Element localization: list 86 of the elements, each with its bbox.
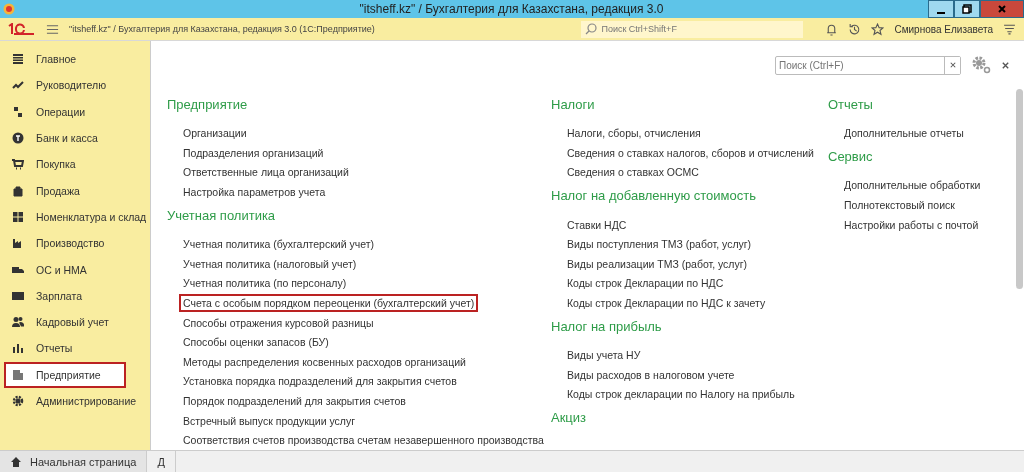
group-heading: Отчеты xyxy=(828,96,874,114)
menu-link[interactable]: Ответственные лица организаций xyxy=(180,164,352,181)
coin-icon xyxy=(12,132,24,145)
menu-link[interactable]: Налоги, сборы, отчисления xyxy=(564,125,704,142)
menu-link[interactable]: Настройки работы с почтой xyxy=(841,216,982,233)
settings-icon[interactable] xyxy=(971,55,991,75)
menu-link[interactable]: Соответствия счетов производства счетам незавершенного производства xyxy=(180,432,547,449)
menu-link[interactable]: Организации xyxy=(180,125,250,142)
minimize-button[interactable] xyxy=(928,0,954,18)
close-icon[interactable] xyxy=(1001,60,1010,70)
menu-link[interactable]: Настройка параметров учета xyxy=(180,184,329,201)
group-heading: Налоги xyxy=(551,96,596,114)
gear-icon xyxy=(12,395,24,407)
group-heading: Налог на прибыль xyxy=(551,317,663,336)
menu-link[interactable]: Коды строк Декларации по НДС xyxy=(564,275,727,292)
menu-link[interactable]: Установка порядка подразделений для закрытия счетов xyxy=(180,373,460,390)
menu-link[interactable]: Полнотекстовый поиск xyxy=(841,197,958,213)
menu-link[interactable]: Учетная политика (бухгалтерский учет) xyxy=(180,236,377,253)
menu-link[interactable]: Подразделения организаций xyxy=(180,144,327,161)
menu-link[interactable]: Сведения о ставках налогов, сборов и отчислений xyxy=(564,144,817,161)
search-field[interactable]: Поиск (Ctrl+F) xyxy=(775,55,961,75)
group-heading: Предприятие xyxy=(167,96,249,114)
home-icon xyxy=(10,456,22,468)
app-logo-icon xyxy=(3,3,15,15)
close-button[interactable] xyxy=(980,0,1024,18)
star-icon[interactable] xyxy=(871,22,885,36)
menu-link[interactable]: Дополнительные отчеты xyxy=(841,125,967,142)
sidebar-item[interactable]: Главное xyxy=(0,46,150,73)
app-logo-icon xyxy=(8,23,36,35)
menu-link[interactable]: Учетная политика (налоговый учет) xyxy=(180,255,360,272)
restore-icon xyxy=(962,4,972,14)
history-icon[interactable] xyxy=(848,22,862,36)
sidebar-item[interactable]: Отчеты xyxy=(0,335,150,362)
menu-link[interactable]: Виды учета НУ xyxy=(564,347,644,364)
people-icon xyxy=(12,316,24,329)
sidebar-item[interactable]: Предприятие xyxy=(4,361,126,388)
menu-link[interactable]: Счета с особым порядком переоценки (бухгалтерский учет) xyxy=(180,294,478,311)
menu-link[interactable]: Встречный выпуск продукции услуг xyxy=(180,412,359,429)
sidebar-item[interactable]: Кадровый учет xyxy=(0,308,150,336)
sidebar-item[interactable]: Руководителю xyxy=(0,72,150,99)
menu-link[interactable]: Сведения о ставках ОСМС xyxy=(564,164,702,181)
bell-icon[interactable] xyxy=(825,22,839,36)
user-name[interactable]: Смирнова Елизавета xyxy=(894,23,993,35)
sidebar-item[interactable]: Продажа xyxy=(0,177,150,204)
menu-link[interactable]: Виды поступления ТМЗ (работ, услуг) xyxy=(564,236,755,253)
menu-icon[interactable] xyxy=(46,22,59,36)
menu-link[interactable]: Виды реализации ТМЗ (работ, услуг) xyxy=(564,255,751,272)
sidebar-item[interactable]: Администрирование xyxy=(0,387,150,415)
menu-link[interactable]: Ставки НДС xyxy=(564,216,630,233)
sidebar-item[interactable]: Номенклатура и склад xyxy=(0,203,150,231)
menu-link[interactable]: Виды расходов в налоговом учете xyxy=(564,366,738,383)
page-tab[interactable]: Начальная страница xyxy=(0,451,148,472)
building-icon xyxy=(12,368,24,381)
menu-link[interactable]: Методы распределения косвенных расходов организаций xyxy=(180,353,469,370)
minimize-icon xyxy=(937,12,945,14)
grid-icon xyxy=(12,210,24,223)
group-heading: Учетная политика xyxy=(167,206,277,225)
menu-link[interactable]: Способы отражения курсовой разницы xyxy=(180,314,377,331)
window-title: "itsheff.kz" / Бухгалтерия для Казахстана, редакция 3.0 xyxy=(359,2,664,16)
bar-chart-icon xyxy=(12,342,24,355)
sidebar-item[interactable]: Банк и касса xyxy=(0,124,150,152)
restore-button[interactable] xyxy=(954,0,980,18)
settings-menu-icon[interactable] xyxy=(1003,22,1016,36)
group-heading: Налог на добавленную стоимость xyxy=(551,187,757,206)
cart-icon xyxy=(12,158,24,171)
factory-icon xyxy=(12,237,24,250)
sidebar-item[interactable]: Операции xyxy=(0,98,150,125)
list-icon xyxy=(12,53,24,66)
group-heading: Сервис xyxy=(828,148,874,167)
menu-link[interactable]: Учетная политика (по персоналу) xyxy=(180,275,350,292)
card-icon xyxy=(12,289,24,302)
sidebar-item[interactable]: Зарплата xyxy=(0,282,150,309)
search-icon xyxy=(585,23,598,35)
search-field[interactable]: Поиск Ctrl+Shift+F xyxy=(581,20,804,38)
sidebar-item[interactable]: Производство xyxy=(0,230,150,257)
menu-link[interactable]: Коды строк Декларации по НДС к зачету xyxy=(564,294,769,311)
close-icon xyxy=(997,4,1007,14)
sidebar-item[interactable]: ОС и НМА xyxy=(0,256,150,283)
menu-link[interactable]: Коды строк декларации по Налогу на прибыль xyxy=(564,386,798,403)
menu-link[interactable]: Способы оценки запасов (БУ) xyxy=(180,334,332,351)
clear-icon xyxy=(949,62,956,68)
sidebar-item[interactable]: Покупка xyxy=(0,151,150,178)
menu-link[interactable]: Дополнительные обработки xyxy=(841,177,984,194)
app-title: "itsheff.kz" / Бухгалтерия для Казахстана, редакция 3.0 (1С:Предприятие) xyxy=(69,24,376,34)
group-heading: Акциз xyxy=(551,409,588,428)
menu-link[interactable]: Порядок подразделений для закрытия счетов xyxy=(180,392,409,409)
